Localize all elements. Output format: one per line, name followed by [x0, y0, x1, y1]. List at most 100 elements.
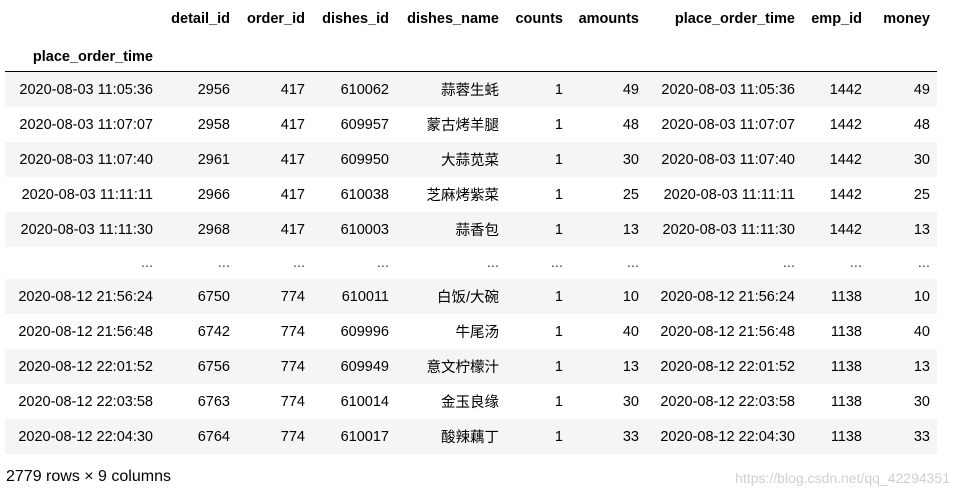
- table-cell: ...: [312, 247, 396, 279]
- watermark-text: https://blog.csdn.net/qq_42294351: [735, 470, 950, 486]
- table-cell: ...: [646, 247, 802, 279]
- table-cell: 774: [237, 384, 312, 419]
- dataframe-table: detail_id order_id dishes_id dishes_name…: [5, 0, 937, 454]
- table-cell: 13: [570, 212, 646, 247]
- table-cell: 417: [237, 142, 312, 177]
- table-cell: 610038: [312, 177, 396, 212]
- table-cell: 417: [237, 71, 312, 107]
- ellipsis-row: ..............................: [5, 247, 937, 279]
- table-cell: 610003: [312, 212, 396, 247]
- table-cell: ...: [869, 247, 937, 279]
- table-cell: 417: [237, 177, 312, 212]
- table-cell: 33: [570, 419, 646, 454]
- table-cell: 49: [869, 71, 937, 107]
- table-cell: 1138: [802, 349, 869, 384]
- table-cell: 774: [237, 314, 312, 349]
- table-cell: 金玉良缘: [396, 384, 506, 419]
- table-cell: 30: [570, 384, 646, 419]
- row-index-cell: 2020-08-12 21:56:24: [5, 279, 160, 314]
- dataframe-output: detail_id order_id dishes_id dishes_name…: [5, 0, 937, 454]
- table-cell: 774: [237, 279, 312, 314]
- table-cell: 610062: [312, 71, 396, 107]
- table-body: 2020-08-03 11:05:36 2956 417 610062 蒜蓉生蚝 1 49 2…: [5, 71, 937, 454]
- row-index-cell: 2020-08-12 22:03:58: [5, 384, 160, 419]
- table-cell: 417: [237, 212, 312, 247]
- table-cell: 酸辣藕丁: [396, 419, 506, 454]
- row-index-cell: 2020-08-03 11:07:07: [5, 107, 160, 142]
- table-cell: ...: [160, 247, 237, 279]
- index-name-row: place_order_time: [5, 38, 937, 72]
- table-cell: 6756: [160, 349, 237, 384]
- column-header: emp_id: [811, 11, 862, 27]
- table-cell: 1: [506, 71, 570, 107]
- row-index-cell: 2020-08-12 21:56:48: [5, 314, 160, 349]
- table-cell: 30: [570, 142, 646, 177]
- column-header: dishes_name: [407, 11, 499, 27]
- table-cell: 1: [506, 177, 570, 212]
- table-cell: 牛尾汤: [396, 314, 506, 349]
- table-cell: ...: [396, 247, 506, 279]
- table-row: 2020-08-03 11:07:40 2961 417 609950 大蒜苋菜 1 30 2…: [5, 142, 937, 177]
- row-index-cell: 2020-08-03 11:11:11: [5, 177, 160, 212]
- table-cell: 1: [506, 349, 570, 384]
- table-cell: 2020-08-03 11:11:30: [646, 212, 802, 247]
- table-cell: 2020-08-12 21:56:48: [646, 314, 802, 349]
- table-row: 2020-08-03 11:07:07 2958 417 609957 蒙古烤羊腿 1 48…: [5, 107, 937, 142]
- table-cell: 2020-08-03 11:07:40: [646, 142, 802, 177]
- table-cell: 30: [869, 142, 937, 177]
- table-cell: 40: [570, 314, 646, 349]
- table-cell: 417: [237, 107, 312, 142]
- table-cell: 1: [506, 279, 570, 314]
- table-cell: 25: [570, 177, 646, 212]
- table-cell: 33: [869, 419, 937, 454]
- table-cell: 6742: [160, 314, 237, 349]
- table-cell: 2958: [160, 107, 237, 142]
- index-name-header: place_order_time: [5, 38, 160, 72]
- table-cell: 6764: [160, 419, 237, 454]
- table-cell: 49: [570, 71, 646, 107]
- table-row: 2020-08-03 11:11:30 2968 417 610003 蒜香包 1 13 20…: [5, 212, 937, 247]
- row-index-cell: 2020-08-03 11:11:30: [5, 212, 160, 247]
- table-cell: 1442: [802, 107, 869, 142]
- table-cell: 48: [570, 107, 646, 142]
- table-cell: 1: [506, 107, 570, 142]
- table-cell: 609996: [312, 314, 396, 349]
- column-header: amounts: [578, 11, 639, 27]
- table-cell: 1138: [802, 314, 869, 349]
- table-cell: 2020-08-03 11:11:11: [646, 177, 802, 212]
- table-cell: 1138: [802, 279, 869, 314]
- column-header: counts: [515, 11, 563, 27]
- column-header-row: detail_id order_id dishes_id dishes_name…: [5, 0, 937, 38]
- table-cell: 610017: [312, 419, 396, 454]
- table-cell: 48: [869, 107, 937, 142]
- table-cell: 蒜香包: [396, 212, 506, 247]
- table-cell: 2956: [160, 71, 237, 107]
- table-cell: 1: [506, 142, 570, 177]
- table-cell: 1442: [802, 142, 869, 177]
- table-cell: ...: [237, 247, 312, 279]
- dataframe-shape-text: 2779 rows × 9 columns: [6, 468, 171, 485]
- row-index-cell: 2020-08-03 11:05:36: [5, 71, 160, 107]
- table-row: 2020-08-03 11:05:36 2956 417 610062 蒜蓉生蚝 1 49 2…: [5, 71, 937, 107]
- table-cell: 30: [869, 384, 937, 419]
- table-row: 2020-08-12 21:56:48 6742 774 609996 牛尾汤 1 40 20…: [5, 314, 937, 349]
- table-cell: 2020-08-12 22:04:30: [646, 419, 802, 454]
- table-cell: ...: [506, 247, 570, 279]
- table-cell: 2020-08-12 22:03:58: [646, 384, 802, 419]
- table-cell: 2020-08-03 11:05:36: [646, 71, 802, 107]
- index-corner-cell: [5, 0, 160, 38]
- table-cell: 1: [506, 419, 570, 454]
- table-row: 2020-08-12 22:01:52 6756 774 609949 意文柠檬汁 1 13…: [5, 349, 937, 384]
- table-cell: 609950: [312, 142, 396, 177]
- row-index-cell: 2020-08-12 22:04:30: [5, 419, 160, 454]
- table-cell: 2020-08-12 21:56:24: [646, 279, 802, 314]
- column-header: order_id: [246, 11, 305, 27]
- table-cell: 609957: [312, 107, 396, 142]
- column-header: place_order_time: [674, 11, 795, 27]
- table-cell: ...: [802, 247, 869, 279]
- table-cell: 2961: [160, 142, 237, 177]
- table-cell: 774: [237, 419, 312, 454]
- table-row: 2020-08-12 21:56:24 6750 774 610011 白饭/大碗 1 10…: [5, 279, 937, 314]
- table-cell: 610011: [312, 279, 396, 314]
- table-cell: 609949: [312, 349, 396, 384]
